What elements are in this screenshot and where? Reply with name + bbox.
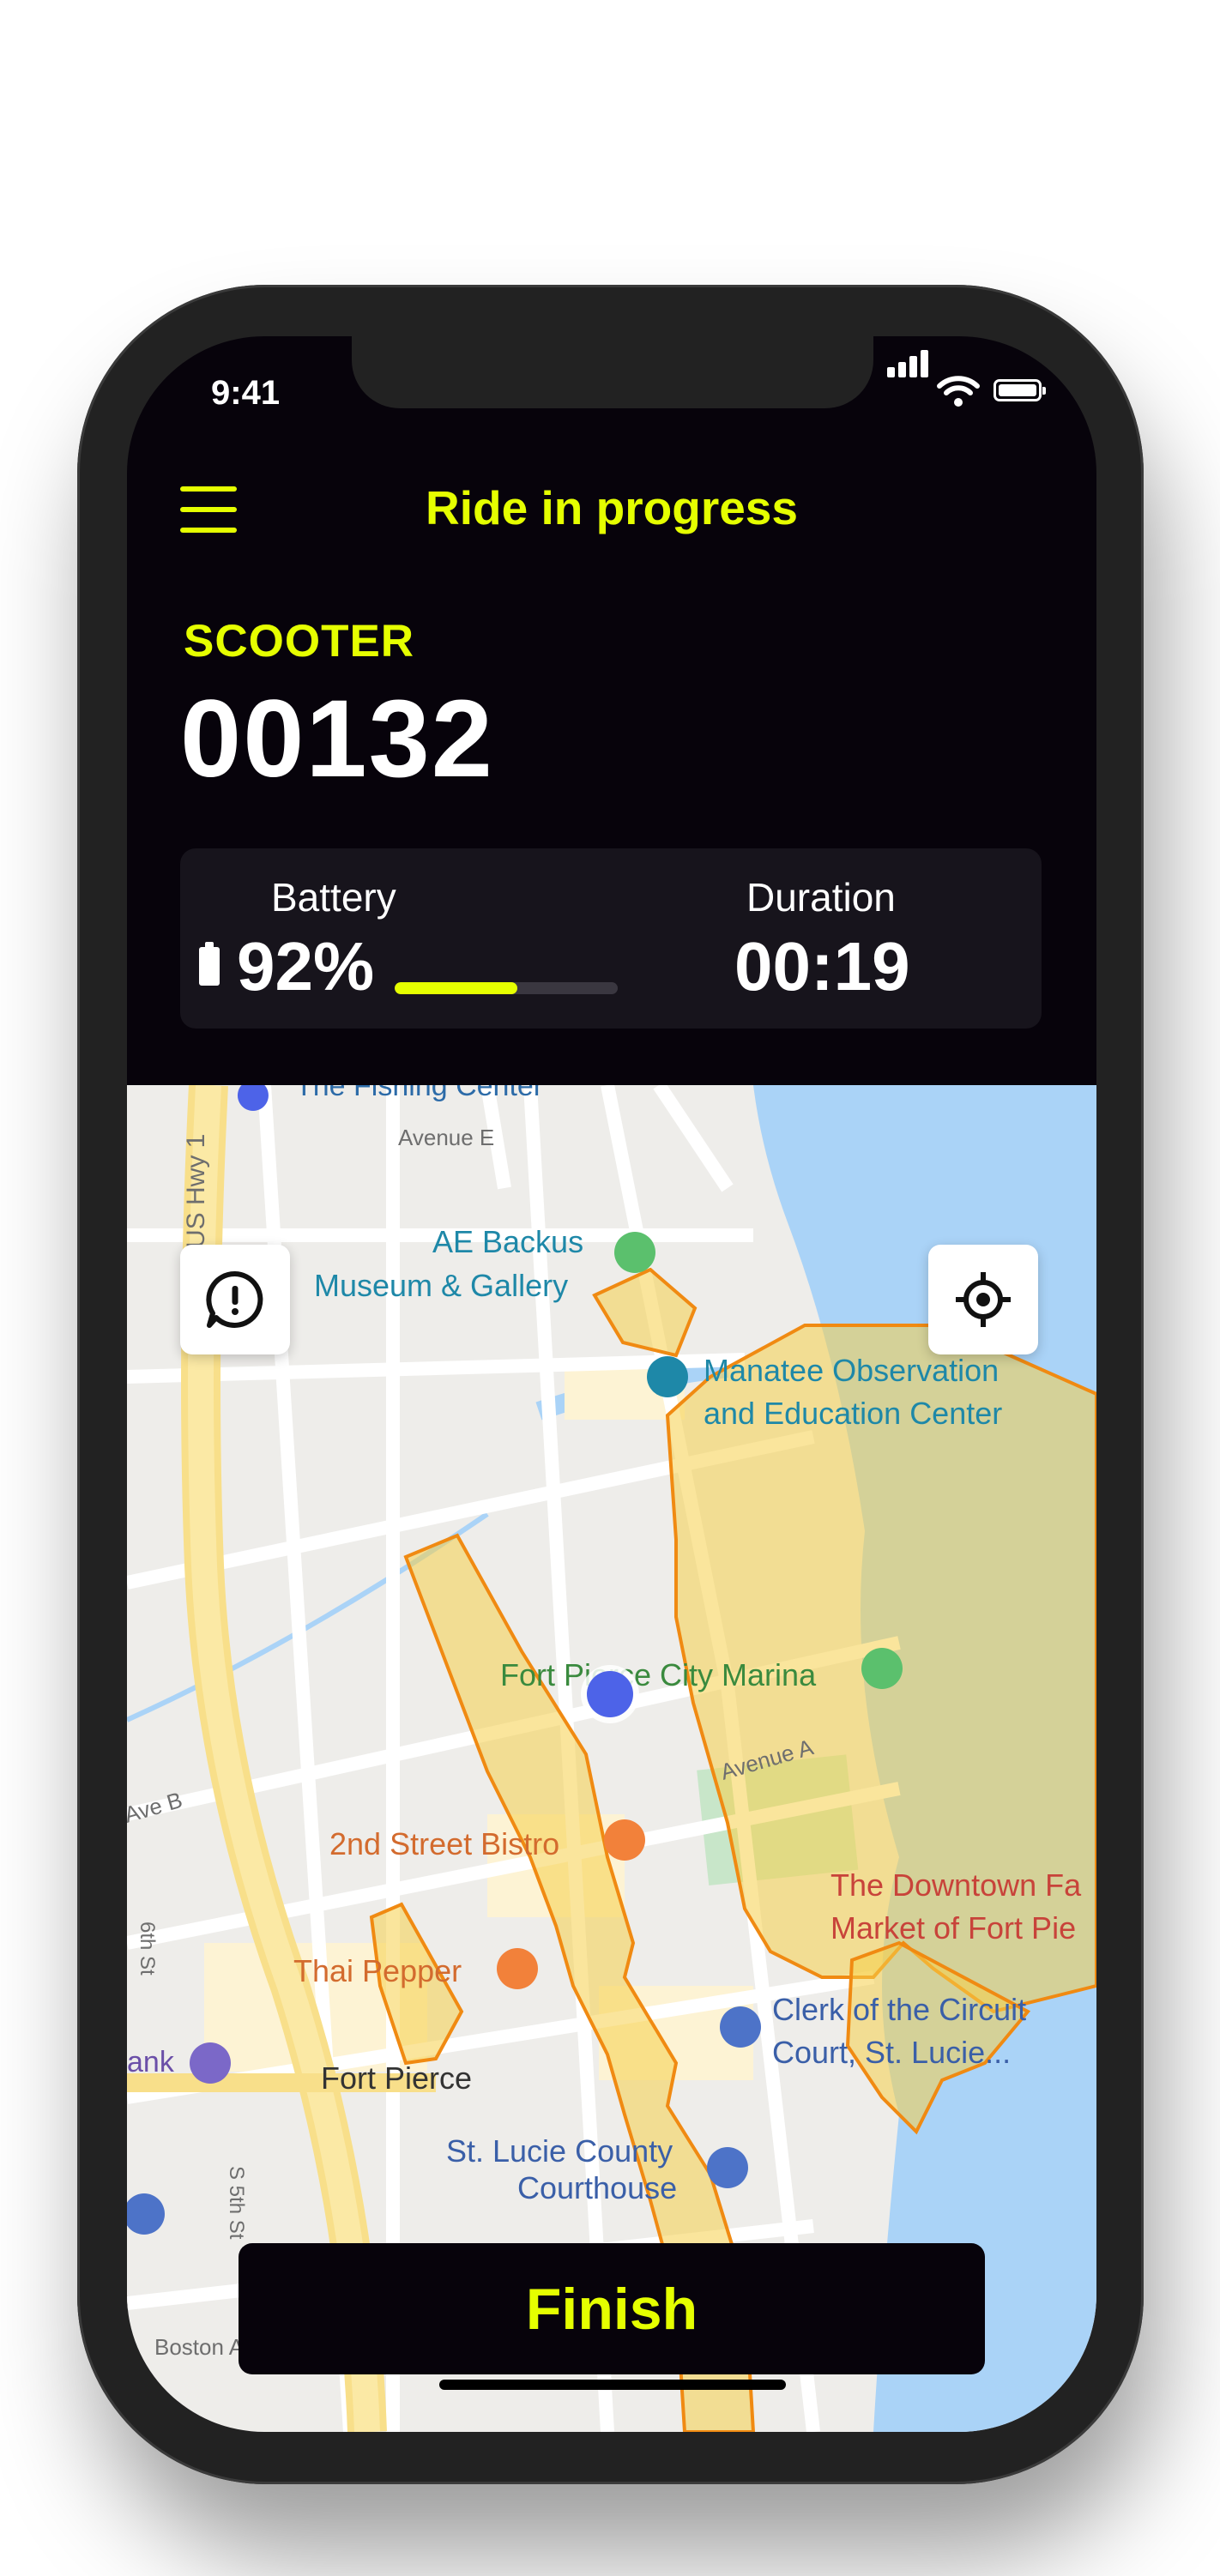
map-label-st-lucie-2: Courthouse	[517, 2170, 677, 2205]
app-screen: 9:41 Ride in progress SCOOTER 00132 Batt…	[127, 336, 1096, 2432]
status-time: 9:41	[211, 374, 281, 412]
map-label-us-hwy: US Hwy 1	[182, 1134, 210, 1248]
map-label-clerk-1: Clerk of the Circuit	[772, 1992, 1026, 2027]
phone-frame: 9:41 Ride in progress SCOOTER 00132 Batt…	[77, 285, 1144, 2484]
duration-value: 00:19	[734, 928, 910, 1004]
alert-bubble-icon	[206, 1270, 263, 1328]
map-label-manatee-1: Manatee Observation	[704, 1353, 999, 1388]
vehicle-type-label: SCOOTER	[184, 616, 415, 667]
map-label-sixth-st: 6th St	[136, 1921, 159, 1976]
map-label-fifth-st: S 5th St	[225, 2166, 248, 2240]
map-label-downtown-1: The Downtown Fa	[830, 1867, 1082, 1903]
crosshair-icon	[956, 1272, 1011, 1327]
map-label-downtown-2: Market of Fort Pie	[830, 1910, 1076, 1946]
wifi-icon	[937, 376, 980, 407]
map-label-fort-pierce: Fort Pierce	[321, 2060, 472, 2096]
battery-icon	[199, 942, 220, 986]
battery-level-bar	[395, 982, 618, 994]
map-view[interactable]: The Fishing Center Avenue E US Hwy 1 AE …	[127, 1085, 1096, 2432]
report-issue-button[interactable]	[180, 1245, 290, 1354]
map-label-fishing-center: The Fishing Center	[295, 1085, 543, 1102]
map-label-clerk-2: Court, St. Lucie...	[772, 2035, 1011, 2070]
battery-status-icon	[994, 379, 1046, 401]
page-title: Ride in progress	[426, 481, 798, 534]
map-label-second-street: 2nd Street Bistro	[329, 1826, 559, 1861]
battery-level-fill	[395, 982, 517, 994]
map-label-marina: Fort Pierce City Marina	[500, 1657, 817, 1692]
battery-label: Battery	[271, 875, 396, 920]
map-label-ae-backus-2: Museum & Gallery	[314, 1268, 568, 1303]
duration-label: Duration	[746, 875, 896, 920]
ride-stats-card: Battery 92% Duration 00:19	[180, 848, 1042, 1029]
map-label-thai-pepper: Thai Pepper	[293, 1953, 462, 1988]
locate-me-button[interactable]	[928, 1245, 1038, 1354]
map-label-ave-b: Ave B	[127, 1787, 185, 1828]
vehicle-number: 00132	[180, 678, 494, 800]
user-location-dot	[587, 1671, 633, 1717]
map-label-manatee-2: and Education Center	[704, 1396, 1002, 1431]
finish-ride-button[interactable]: Finish	[239, 2243, 985, 2374]
home-indicator	[439, 2380, 786, 2390]
map-label-bank: ank	[127, 2046, 175, 2078]
status-icons	[887, 350, 1059, 408]
notch	[352, 336, 873, 408]
map-label-st-lucie-1: St. Lucie County	[446, 2133, 673, 2169]
map-label-avenue-e: Avenue E	[398, 1125, 494, 1150]
battery-value: 92%	[237, 928, 375, 1004]
map-label-ae-backus-1: AE Backus	[432, 1224, 583, 1259]
